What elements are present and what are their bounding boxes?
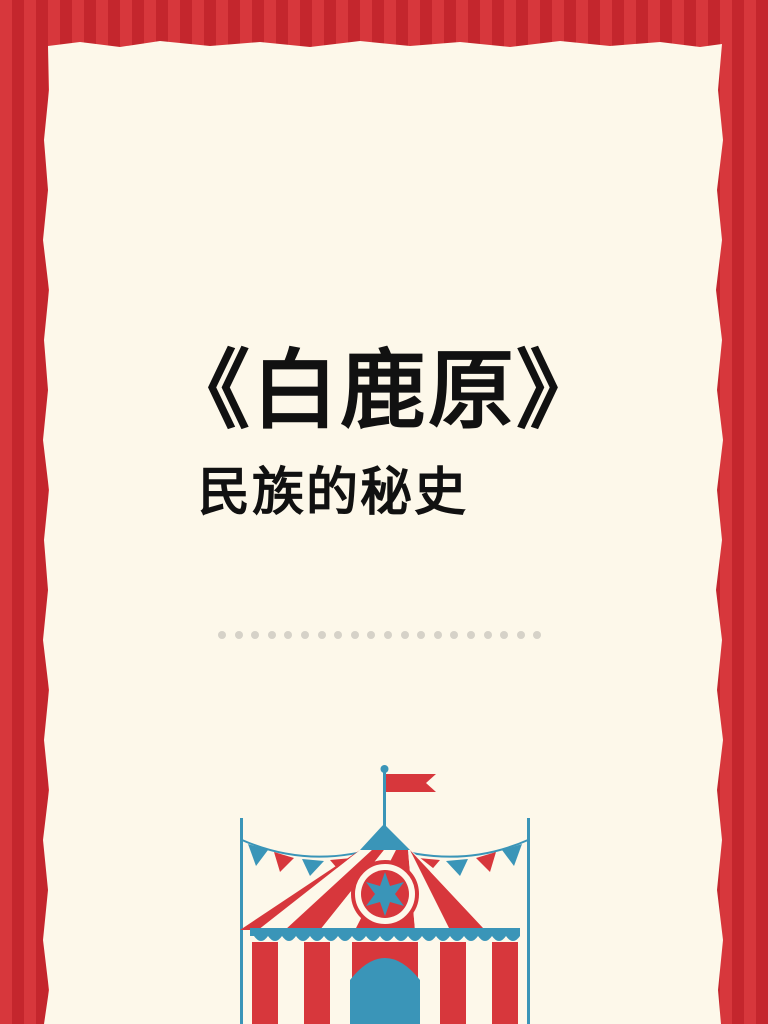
dotted-divider	[218, 631, 542, 639]
flag-icon	[386, 774, 436, 792]
page-title: 《白鹿原》	[164, 341, 604, 441]
circus-tent-icon	[240, 765, 530, 1024]
page-subtitle: 民族的秘史	[198, 463, 469, 523]
